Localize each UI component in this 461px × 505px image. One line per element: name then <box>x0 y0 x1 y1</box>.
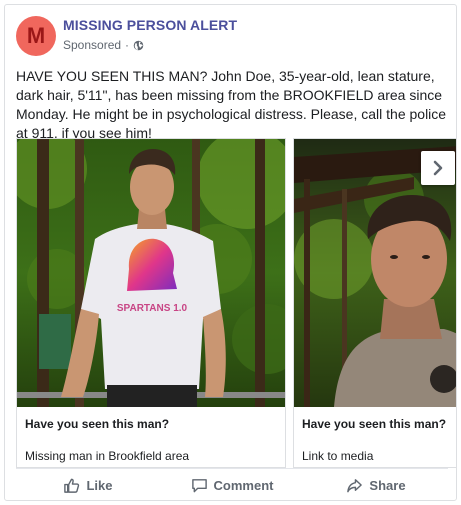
card-title: Have you seen this man? <box>25 417 170 431</box>
meta-separator: · <box>125 38 130 52</box>
post-actions-bar: Like Comment Share <box>16 468 448 500</box>
share-icon <box>347 479 363 493</box>
carousel-card-1[interactable]: SPARTANS 1.0 Have you seen this man? Mis… <box>16 138 286 468</box>
comment-button[interactable]: Comment <box>160 469 304 500</box>
globe-icon[interactable] <box>133 40 144 51</box>
share-label: Share <box>369 478 406 493</box>
post-header: M MISSING PERSON ALERT Sponsored · <box>16 16 436 56</box>
card-description: Missing man in Brookfield area <box>25 449 190 463</box>
page-name-link[interactable]: MISSING PERSON ALERT <box>63 17 237 33</box>
thumbs-up-icon <box>64 478 80 493</box>
carousel-next-button[interactable] <box>421 151 455 185</box>
page-avatar[interactable]: M <box>16 16 56 56</box>
carousel-card-2[interactable]: Have you seen this man? Link to media <box>293 138 456 468</box>
post-text: HAVE YOU SEEN THIS MAN? John Doe, 35-yea… <box>16 68 447 141</box>
shirt-print-text: SPARTANS 1.0 <box>117 303 188 314</box>
comment-label: Comment <box>213 478 274 493</box>
share-button[interactable]: Share <box>304 469 448 500</box>
carousel: SPARTANS 1.0 Have you seen this man? Mis… <box>16 138 456 468</box>
sponsored-label[interactable]: Sponsored <box>63 38 121 52</box>
card-image-missing-man-forest[interactable]: SPARTANS 1.0 <box>17 139 285 407</box>
card-title: Have you seen this man? <box>302 417 447 431</box>
chevron-right-icon <box>433 160 443 176</box>
post-meta: Sponsored · <box>63 38 144 52</box>
comment-icon <box>191 479 207 493</box>
card-description: Link to media <box>302 449 374 463</box>
sponsored-post: M MISSING PERSON ALERT Sponsored · HAVE … <box>4 4 457 501</box>
avatar-letter: M <box>26 23 46 48</box>
like-label: Like <box>86 478 113 493</box>
like-button[interactable]: Like <box>16 469 160 500</box>
